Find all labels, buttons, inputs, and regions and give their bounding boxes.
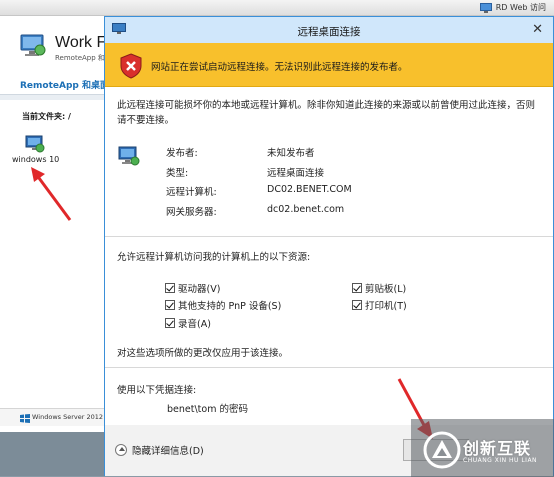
checkbox-printers-box[interactable] (352, 300, 362, 310)
hide-details-button[interactable]: 隐藏详细信息(D) (115, 443, 204, 457)
publisher-label: 发布者: (166, 148, 198, 159)
checkbox-audio-box[interactable] (165, 318, 175, 328)
checkbox-drives[interactable]: 驱动器(V) (165, 281, 220, 295)
warning-message: 网站正在尝试启动远程连接。无法识别此远程连接的发布者。 (151, 62, 408, 73)
checkbox-audio-recording[interactable]: 录音(A) (165, 316, 211, 330)
checkbox-audio-label: 录音(A) (178, 319, 211, 330)
checkbox-pnp-box[interactable] (165, 300, 175, 310)
remoteapp-logo-icon (20, 34, 46, 56)
checkbox-clipboard-box[interactable] (352, 283, 362, 293)
type-value: 远程桌面连接 (267, 168, 325, 179)
checkbox-pnp-label: 其他支持的 PnP 设备(S) (178, 301, 282, 312)
publisher-value: 未知发布者 (267, 148, 315, 159)
gateway-server-value: dc02.benet.com (267, 204, 345, 215)
watermark-text-en: CHUANG XIN HU LIAN (463, 457, 538, 464)
dialog-title-bar[interactable]: 远程桌面连接 ✕ (105, 17, 553, 43)
windows-logo-icon (20, 414, 30, 423)
rd-web-icon (480, 3, 492, 13)
watermark-text-cn: 创新互联 (463, 439, 532, 458)
checkbox-pnp-devices[interactable]: 其他支持的 PnP 设备(S) (165, 298, 281, 312)
permissions-title: 允许远程计算机访问我的计算机上的以下资源: (117, 252, 311, 263)
security-warning-bar: 网站正在尝试启动远程连接。无法识别此远程连接的发布者。 (105, 43, 553, 87)
watermark-logo-icon (423, 431, 461, 469)
checkbox-drives-box[interactable] (165, 283, 175, 293)
chevron-up-icon (115, 444, 127, 456)
checkbox-clipboard-label: 剪贴板(L) (365, 284, 407, 295)
remote-computer-label: 远程计算机: (166, 187, 217, 198)
type-label: 类型: (166, 168, 189, 179)
credentials-title: 使用以下凭据连接: (117, 385, 197, 396)
checkbox-clipboard[interactable]: 剪贴板(L) (352, 281, 406, 295)
divider (105, 367, 553, 368)
app-title: Work F (55, 34, 107, 51)
desktop-background (0, 432, 104, 476)
changes-note: 对这些选项所做的更改仅应用于该连接。 (117, 348, 289, 359)
connection-risk-info: 此远程连接可能损坏你的本地或远程计算机。除非你知道此连接的来源或以前曾使用过此连… (117, 100, 536, 126)
computer-icon (118, 146, 140, 166)
close-icon[interactable]: ✕ (532, 22, 543, 37)
checkbox-drives-label: 驱动器(V) (178, 284, 221, 295)
hide-details-label: 隐藏详细信息(D) (132, 446, 204, 457)
footer-bar: Windows Server 2012 R (0, 408, 110, 426)
nav-divider (0, 94, 104, 100)
tab-remoteapp-desktops[interactable]: RemoteApp 和桌面 (20, 78, 109, 91)
checkbox-printers-label: 打印机(T) (365, 301, 407, 312)
footer-windows-server-text: Windows Server 2012 R (32, 413, 110, 421)
remote-item-windows10[interactable]: windows 10 (12, 155, 59, 164)
browser-top-bar: RD Web 访问 (0, 0, 554, 16)
dialog-title: 远程桌面连接 (297, 26, 361, 38)
remote-desktop-icon[interactable] (24, 134, 46, 154)
shield-warning-icon (120, 53, 142, 79)
rd-web-label: RD Web 访问 (495, 3, 546, 12)
rd-web-sidebar: Work F RemoteApp 和 RemoteApp 和桌面 当前文件夹: … (0, 16, 110, 476)
watermark-logo: 创新互联 CHUANG XIN HU LIAN (423, 425, 553, 475)
credentials-value: benet\tom 的密码 (167, 404, 248, 415)
red-annotation-arrow (31, 167, 72, 221)
current-folder-label: 当前文件夹: / (22, 112, 71, 121)
app-subtitle: RemoteApp 和 (55, 54, 105, 62)
checkbox-printers[interactable]: 打印机(T) (352, 298, 407, 312)
divider (105, 236, 553, 237)
remote-desktop-connection-dialog: 远程桌面连接 ✕ 网站正在尝试启动远程连接。无法识别此远程连接的发布者。 此远程… (104, 16, 554, 477)
remote-computer-value: DC02.BENET.COM (267, 184, 352, 195)
gateway-server-label: 网关服务器: (166, 207, 217, 218)
